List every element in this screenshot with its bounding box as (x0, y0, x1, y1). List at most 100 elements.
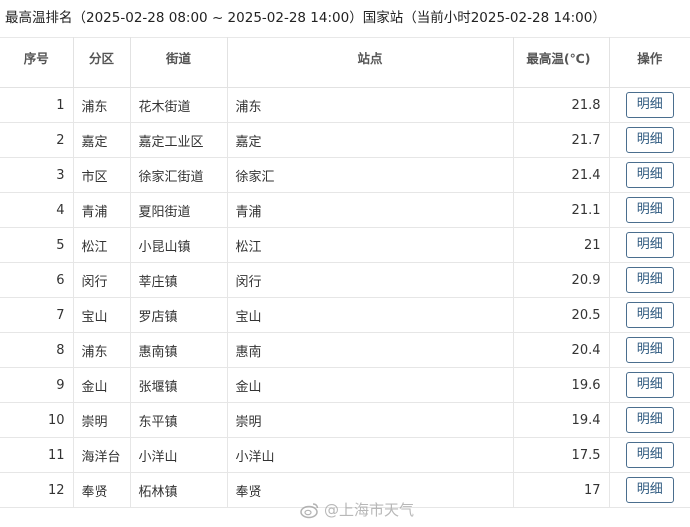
cell-max-temp: 17.5 (513, 437, 610, 473)
cell-station: 宝山 (227, 297, 514, 333)
column-header-action: 操作 (609, 37, 690, 88)
column-header-street[interactable]: 街道 (130, 37, 228, 88)
cell-station: 松江 (227, 227, 514, 263)
detail-button[interactable]: 明细 (625, 337, 674, 363)
cell-station: 浦东 (227, 87, 514, 123)
detail-button[interactable]: 明细 (625, 407, 674, 433)
cell-index: 10 (0, 402, 74, 438)
table-row: 8 浦东 惠南镇 惠南 20.4 明细 (0, 332, 690, 368)
cell-action: 明细 (609, 437, 690, 473)
cell-max-temp: 19.6 (513, 367, 610, 403)
detail-button[interactable]: 明细 (625, 232, 674, 258)
column-header-max-temp[interactable]: 最高温(℃) (513, 37, 610, 88)
cell-max-temp: 20.5 (513, 297, 610, 333)
cell-district: 青浦 (73, 192, 131, 228)
detail-button[interactable]: 明细 (625, 162, 674, 188)
detail-button[interactable]: 明细 (625, 302, 674, 328)
cell-max-temp: 21.8 (513, 87, 610, 123)
cell-index: 4 (0, 192, 74, 228)
table-row: 3 市区 徐家汇街道 徐家汇 21.4 明细 (0, 157, 690, 193)
table-row: 4 青浦 夏阳街道 青浦 21.1 明细 (0, 192, 690, 228)
table-row: 11 海洋台 小洋山 小洋山 17.5 明细 (0, 437, 690, 473)
cell-max-temp: 21.1 (513, 192, 610, 228)
cell-index: 11 (0, 437, 74, 473)
cell-action: 明细 (609, 367, 690, 403)
cell-street: 小昆山镇 (130, 227, 228, 263)
cell-index: 12 (0, 472, 74, 508)
cell-station: 崇明 (227, 402, 514, 438)
column-header-district[interactable]: 分区 (73, 37, 131, 88)
page-title: 最高温排名（2025-02-28 08:00 ~ 2025-02-28 14:0… (5, 10, 606, 26)
cell-action: 明细 (609, 297, 690, 333)
table-row: 7 宝山 罗店镇 宝山 20.5 明细 (0, 297, 690, 333)
cell-street: 柘林镇 (130, 472, 228, 508)
cell-district: 浦东 (73, 87, 131, 123)
detail-button[interactable]: 明细 (625, 197, 674, 223)
cell-index: 8 (0, 332, 74, 368)
cell-street: 小洋山 (130, 437, 228, 473)
cell-index: 1 (0, 87, 74, 123)
cell-district: 宝山 (73, 297, 131, 333)
cell-station: 青浦 (227, 192, 514, 228)
detail-button[interactable]: 明细 (625, 267, 674, 293)
table-row: 6 闵行 莘庄镇 闵行 20.9 明细 (0, 262, 690, 298)
cell-street: 夏阳街道 (130, 192, 228, 228)
cell-index: 9 (0, 367, 74, 403)
detail-button[interactable]: 明细 (625, 372, 674, 398)
cell-district: 市区 (73, 157, 131, 193)
cell-district: 海洋台 (73, 437, 131, 473)
cell-max-temp: 19.4 (513, 402, 610, 438)
detail-button[interactable]: 明细 (625, 442, 674, 468)
cell-index: 3 (0, 157, 74, 193)
cell-max-temp: 20.9 (513, 262, 610, 298)
table-row: 9 金山 张堰镇 金山 19.6 明细 (0, 367, 690, 403)
cell-station: 金山 (227, 367, 514, 403)
cell-district: 松江 (73, 227, 131, 263)
cell-district: 金山 (73, 367, 131, 403)
cell-district: 闵行 (73, 262, 131, 298)
cell-street: 花木街道 (130, 87, 228, 123)
cell-station: 徐家汇 (227, 157, 514, 193)
cell-index: 6 (0, 262, 74, 298)
cell-street: 惠南镇 (130, 332, 228, 368)
cell-max-temp: 20.4 (513, 332, 610, 368)
cell-index: 2 (0, 122, 74, 158)
cell-district: 崇明 (73, 402, 131, 438)
weibo-icon (300, 501, 320, 519)
table-header: 序号 分区 街道 站点 最高温(℃) 操作 (0, 37, 690, 88)
detail-button[interactable]: 明细 (625, 127, 674, 153)
cell-action: 明细 (609, 192, 690, 228)
cell-max-temp: 17 (513, 472, 610, 508)
cell-index: 5 (0, 227, 74, 263)
cell-district: 嘉定 (73, 122, 131, 158)
header-row: 序号 分区 街道 站点 最高温(℃) 操作 (0, 37, 690, 88)
column-header-station[interactable]: 站点 (227, 37, 514, 88)
cell-street: 徐家汇街道 (130, 157, 228, 193)
table-row: 2 嘉定 嘉定工业区 嘉定 21.7 明细 (0, 122, 690, 158)
cell-max-temp: 21 (513, 227, 610, 263)
cell-street: 嘉定工业区 (130, 122, 228, 158)
cell-action: 明细 (609, 87, 690, 123)
cell-index: 7 (0, 297, 74, 333)
cell-action: 明细 (609, 227, 690, 263)
cell-station: 惠南 (227, 332, 514, 368)
cell-street: 东平镇 (130, 402, 228, 438)
cell-station: 小洋山 (227, 437, 514, 473)
detail-button[interactable]: 明细 (625, 92, 674, 118)
table-row: 1 浦东 花木街道 浦东 21.8 明细 (0, 87, 690, 123)
watermark-text: @上海市天气 (324, 501, 415, 519)
column-header-index[interactable]: 序号 (0, 37, 74, 88)
cell-district: 浦东 (73, 332, 131, 368)
cell-street: 莘庄镇 (130, 262, 228, 298)
cell-action: 明细 (609, 122, 690, 158)
cell-street: 罗店镇 (130, 297, 228, 333)
table-body: 1 浦东 花木街道 浦东 21.8 明细 2 嘉定 嘉定工业区 嘉定 21.7 明细 3 市区 徐家汇街道徐… (0, 87, 690, 508)
watermark: @上海市天气 (300, 499, 414, 521)
cell-station: 嘉定 (227, 122, 514, 158)
detail-button[interactable]: 明细 (625, 477, 674, 503)
cell-action: 明细 (609, 472, 690, 508)
cell-station: 闵行 (227, 262, 514, 298)
cell-max-temp: 21.7 (513, 122, 610, 158)
cell-action: 明细 (609, 157, 690, 193)
cell-action: 明细 (609, 332, 690, 368)
